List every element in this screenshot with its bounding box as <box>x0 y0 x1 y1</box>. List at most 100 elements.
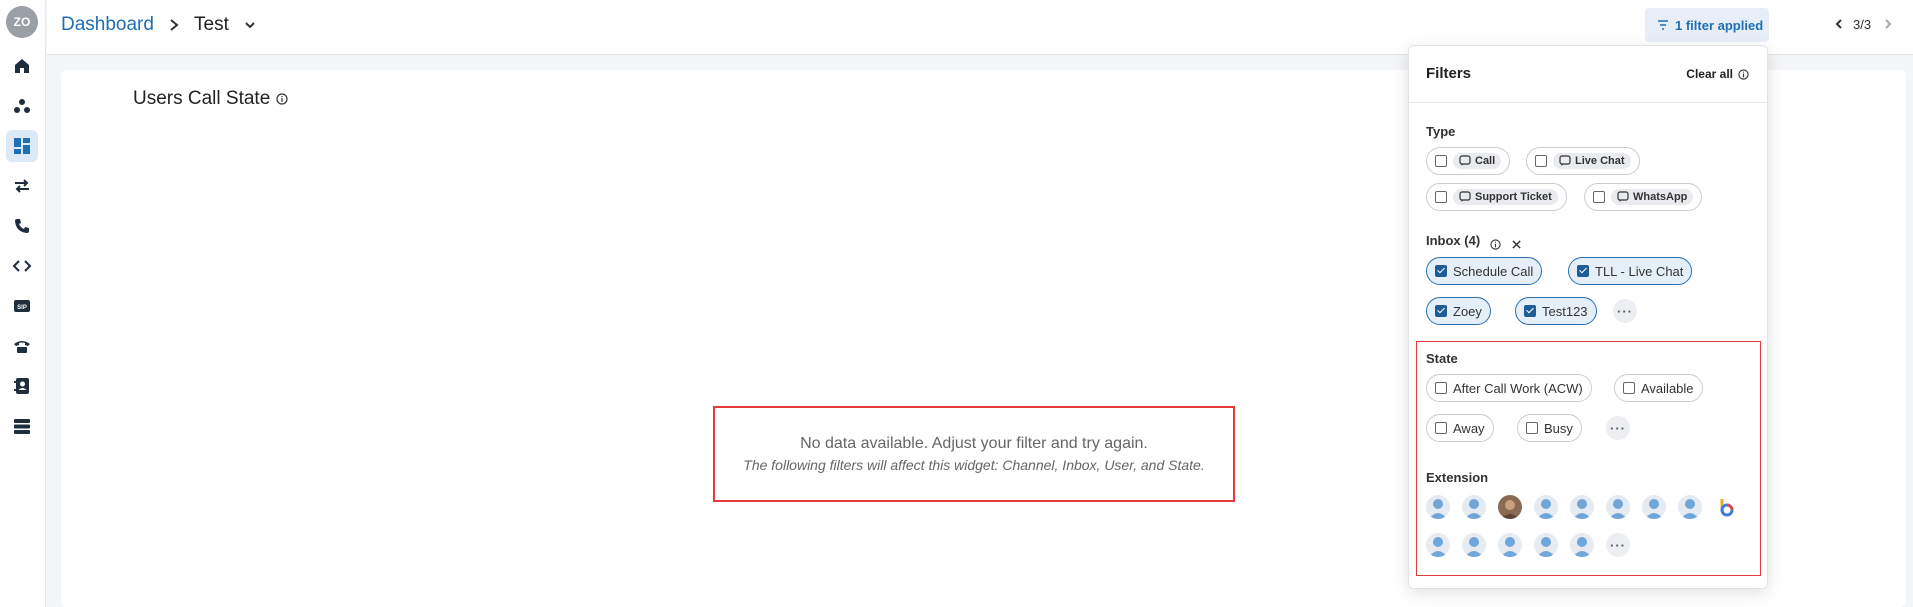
inbox-more-button[interactable]: ··· <box>1613 299 1637 323</box>
checkbox[interactable] <box>1435 191 1447 203</box>
extension-avatar-photo[interactable] <box>1498 495 1522 519</box>
clear-all-button[interactable]: Clear all <box>1686 67 1749 81</box>
pager-indicator: 3/3 <box>1853 17 1872 32</box>
extension-section-label: Extension <box>1426 470 1489 485</box>
extension-avatar[interactable] <box>1498 533 1522 557</box>
avatar[interactable]: ZO <box>6 6 38 38</box>
close-icon[interactable] <box>1511 239 1522 250</box>
type-section-label: Type <box>1426 124 1456 139</box>
phone-icon[interactable] <box>6 210 38 242</box>
inbox-option-label: Schedule Call <box>1453 263 1534 279</box>
checkbox[interactable] <box>1577 265 1589 277</box>
extension-more-button[interactable]: ··· <box>1606 533 1630 557</box>
user-icon <box>1537 499 1555 519</box>
extension-avatar[interactable] <box>1462 495 1486 519</box>
chat-icon <box>1459 191 1471 202</box>
extension-avatar[interactable] <box>1570 495 1594 519</box>
extension-avatar[interactable] <box>1462 533 1486 557</box>
checkbox[interactable] <box>1593 191 1605 203</box>
inbox-option-test123[interactable]: Test123 <box>1515 297 1597 325</box>
filter-applied-button[interactable]: 1 filter applied <box>1645 8 1769 42</box>
extension-avatar[interactable] <box>1426 533 1450 557</box>
chat-icon <box>1459 155 1471 166</box>
storage-icon[interactable] <box>6 410 38 442</box>
empty-state-message: No data available. Adjust your filter an… <box>800 435 1148 452</box>
state-option-label: Available <box>1641 380 1694 396</box>
type-tag: Live Chat <box>1553 153 1631 169</box>
checkbox[interactable] <box>1524 305 1536 317</box>
state-more-button[interactable]: ··· <box>1606 416 1630 440</box>
user-icon <box>1429 499 1447 519</box>
user-icon <box>1609 499 1627 519</box>
state-option-away[interactable]: Away <box>1426 414 1494 442</box>
left-nav-rail: ZO SIP <box>0 0 46 607</box>
checkbox[interactable] <box>1435 305 1447 317</box>
user-icon <box>1681 499 1699 519</box>
telephone-icon[interactable] <box>6 330 38 362</box>
type-option-support-ticket[interactable]: Support Ticket <box>1426 183 1567 211</box>
type-option-label: Call <box>1475 155 1496 167</box>
chevron-left-icon[interactable] <box>1832 17 1846 31</box>
inbox-option-label: Zoey <box>1453 303 1482 319</box>
checkbox[interactable] <box>1535 155 1547 167</box>
sip-icon[interactable]: SIP <box>6 290 38 322</box>
state-option-label: Busy <box>1544 420 1573 436</box>
user-icon <box>1573 537 1591 557</box>
checkbox[interactable] <box>1435 422 1447 434</box>
user-icon <box>1465 499 1483 519</box>
type-option-whatsapp[interactable]: WhatsApp <box>1584 183 1703 211</box>
chat-icon <box>1559 155 1571 166</box>
code-icon[interactable] <box>6 250 38 282</box>
widget-title-text: Users Call State <box>133 88 271 109</box>
checkbox[interactable] <box>1435 382 1447 394</box>
photo-avatar-icon <box>1501 500 1519 519</box>
chevron-right-icon[interactable] <box>1881 17 1895 31</box>
inbox-section-label: Inbox (4) <box>1426 233 1481 248</box>
breadcrumb-dashboard-link[interactable]: Dashboard <box>61 14 154 36</box>
brand-logo-icon <box>1720 499 1734 517</box>
filters-panel: Filters Clear all Type Call Live Chat Su… <box>1408 45 1768 589</box>
checkbox[interactable] <box>1526 422 1538 434</box>
extension-avatar[interactable] <box>1678 495 1702 519</box>
info-icon[interactable] <box>1490 239 1501 250</box>
user-icon <box>1645 499 1663 519</box>
chevron-down-icon[interactable] <box>243 18 257 32</box>
state-option-busy[interactable]: Busy <box>1517 414 1582 442</box>
extension-avatar[interactable] <box>1426 495 1450 519</box>
checkbox[interactable] <box>1435 265 1447 277</box>
empty-state: No data available. Adjust your filter an… <box>713 406 1235 502</box>
info-icon[interactable] <box>276 93 288 105</box>
state-option-acw[interactable]: After Call Work (ACW) <box>1426 374 1592 402</box>
breadcrumb-current: Test <box>194 14 229 35</box>
inbox-option-zoey[interactable]: Zoey <box>1426 297 1491 325</box>
type-option-live-chat[interactable]: Live Chat <box>1526 147 1640 175</box>
extension-avatar-logo[interactable] <box>1714 495 1738 519</box>
dashboard-icon[interactable] <box>6 130 38 162</box>
state-option-label: Away <box>1453 420 1485 436</box>
extension-avatar[interactable] <box>1534 495 1558 519</box>
type-tag: WhatsApp <box>1611 189 1694 205</box>
extension-avatar[interactable] <box>1570 533 1594 557</box>
user-icon <box>1429 537 1447 557</box>
contacts-icon[interactable] <box>6 370 38 402</box>
team-icon[interactable] <box>6 90 38 122</box>
type-tag: Support Ticket <box>1453 189 1558 205</box>
transfer-icon[interactable] <box>6 170 38 202</box>
filters-panel-header: Filters Clear all <box>1409 46 1767 103</box>
extension-avatar[interactable] <box>1642 495 1666 519</box>
inbox-option-schedule-call[interactable]: Schedule Call <box>1426 257 1543 285</box>
clear-all-label: Clear all <box>1686 67 1733 81</box>
extension-avatar[interactable] <box>1606 495 1630 519</box>
state-option-available[interactable]: Available <box>1614 374 1703 402</box>
info-icon <box>1738 68 1749 80</box>
checkbox[interactable] <box>1623 382 1635 394</box>
checkbox[interactable] <box>1435 155 1447 167</box>
user-icon <box>1573 499 1591 519</box>
home-icon[interactable] <box>6 50 38 82</box>
type-option-label: Support Ticket <box>1475 191 1552 203</box>
inbox-option-tll-live-chat[interactable]: TLL - Live Chat <box>1568 257 1693 285</box>
type-option-call[interactable]: Call <box>1426 147 1511 175</box>
chevron-right-icon <box>170 19 179 31</box>
inbox-option-label: Test123 <box>1542 303 1588 319</box>
extension-avatar[interactable] <box>1534 533 1558 557</box>
